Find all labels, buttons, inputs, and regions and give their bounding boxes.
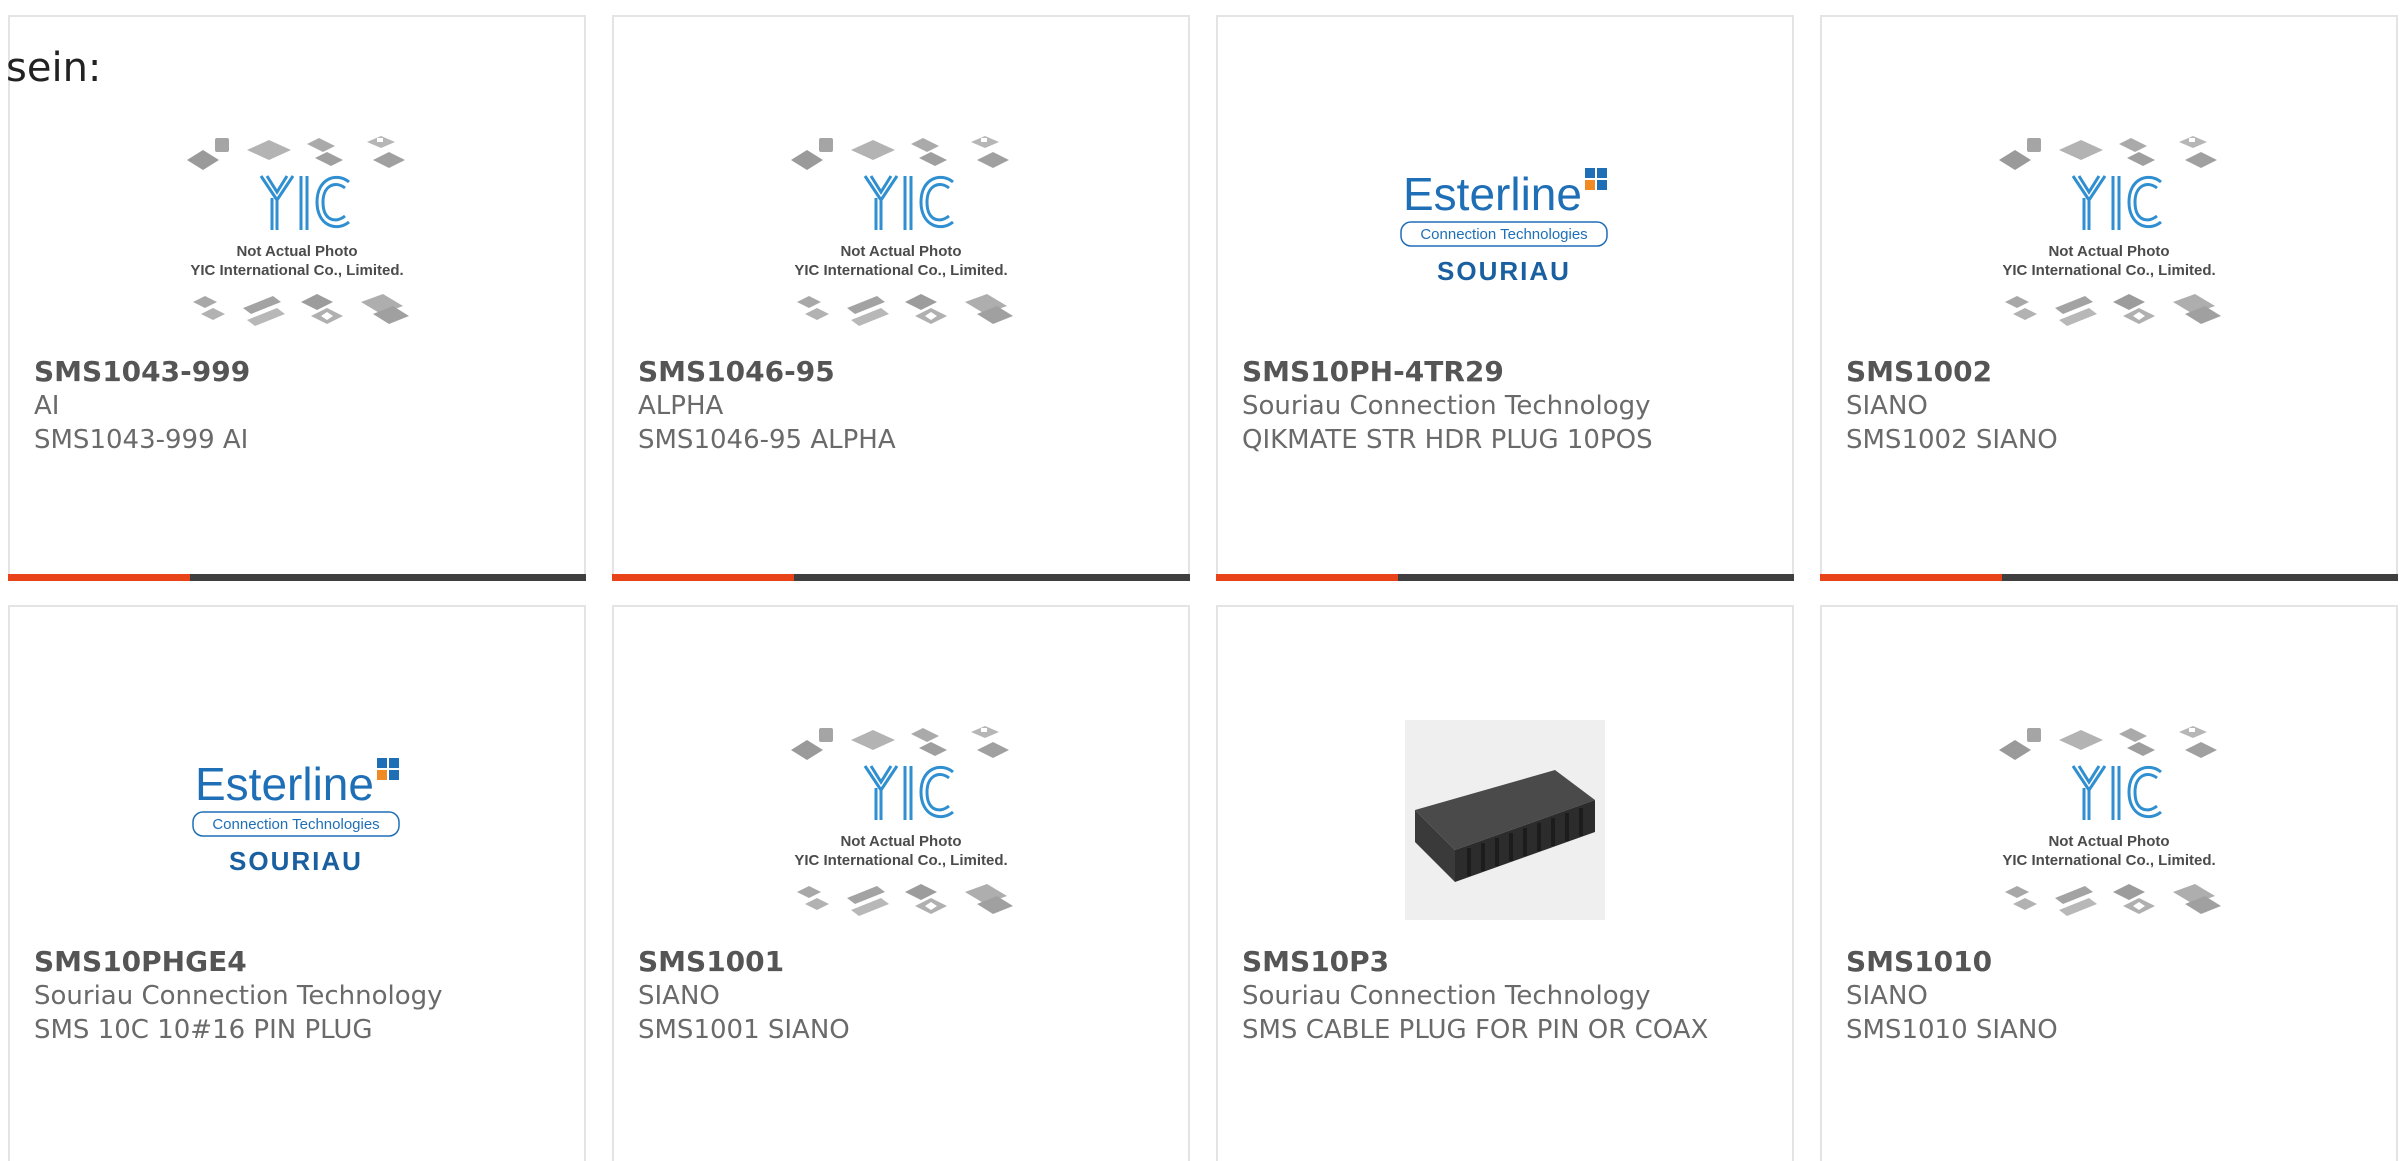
part-number[interactable]: SMS1002 xyxy=(1846,355,2372,389)
part-number[interactable]: SMS10P3 xyxy=(1242,945,1768,979)
product-card[interactable]: Esterline Connection Technologies SOURIA… xyxy=(1216,15,1794,581)
description: QIKMATE STR HDR PLUG 10POS xyxy=(1242,425,1653,455)
manufacturer: Souriau Connection Technology xyxy=(1242,981,1651,1011)
description: SMS1043-999 AI xyxy=(34,425,249,455)
product-image-connector[interactable] xyxy=(1370,695,1640,945)
product-results-page: sein: SMS1043-999 AI SMS1043-999 AI SMS1… xyxy=(0,0,2400,1161)
yic-not-actual-photo-image xyxy=(789,724,1015,918)
connector-photo xyxy=(1405,720,1605,920)
product-card[interactable]: SMS1002 SIANO SMS1002 SIANO xyxy=(1820,15,2398,581)
svg-text:Esterline: Esterline xyxy=(195,758,374,810)
part-number[interactable]: SMS1043-999 xyxy=(34,355,560,389)
svg-text:Connection Technologies: Connection Technologies xyxy=(1420,226,1587,243)
manufacturer: SIANO xyxy=(638,981,720,1011)
product-info: SMS1002 SIANO SMS1002 SIANO xyxy=(1846,355,2372,457)
product-image-placeholder[interactable] xyxy=(766,105,1036,355)
product-info: SMS1010 SIANO SMS1010 SIANO xyxy=(1846,945,2372,1047)
product-info: SMS10P3 Souriau Connection Technology SM… xyxy=(1242,945,1768,1047)
card-bottom-bar xyxy=(1820,574,2398,581)
part-number[interactable]: SMS10PHGE4 xyxy=(34,945,560,979)
product-card[interactable]: SMS1046-95 ALPHA SMS1046-95 ALPHA xyxy=(612,15,1190,581)
product-info: SMS1001 SIANO SMS1001 SIANO xyxy=(638,945,1164,1047)
svg-text:SOURIAU: SOURIAU xyxy=(229,846,363,876)
product-image-esterline[interactable]: Esterline Connection Technologies SOURIA… xyxy=(1370,105,1640,355)
product-card[interactable]: SMS1043-999 AI SMS1043-999 AI xyxy=(8,15,586,581)
card-accent-bar xyxy=(1820,574,2002,581)
card-bottom-bar xyxy=(612,574,1190,581)
svg-text:SOURIAU: SOURIAU xyxy=(1437,256,1571,286)
product-card[interactable]: SMS10P3 Souriau Connection Technology SM… xyxy=(1216,605,1794,1161)
description: SMS1002 SIANO xyxy=(1846,425,2058,455)
manufacturer: SIANO xyxy=(1846,981,1928,1011)
product-image-placeholder[interactable] xyxy=(162,105,432,355)
card-bottom-bar xyxy=(8,574,586,581)
product-info: SMS10PH-4TR29 Souriau Connection Technol… xyxy=(1242,355,1768,457)
product-image-placeholder[interactable] xyxy=(766,695,1036,945)
product-card[interactable]: SMS1010 SIANO SMS1010 SIANO xyxy=(1820,605,2398,1161)
product-image-placeholder[interactable] xyxy=(1974,105,2244,355)
description: SMS CABLE PLUG FOR PIN OR COAX xyxy=(1242,1015,1709,1045)
manufacturer: Souriau Connection Technology xyxy=(1242,391,1651,421)
manufacturer: SIANO xyxy=(1846,391,1928,421)
product-info: SMS1043-999 AI SMS1043-999 AI xyxy=(34,355,560,457)
yic-not-actual-photo-image xyxy=(185,134,411,328)
product-info: SMS1046-95 ALPHA SMS1046-95 ALPHA xyxy=(638,355,1164,457)
description: SMS1010 SIANO xyxy=(1846,1015,2058,1045)
svg-text:Esterline: Esterline xyxy=(1403,168,1582,220)
yic-not-actual-photo-image xyxy=(789,134,1015,328)
product-image-placeholder[interactable] xyxy=(1974,695,2244,945)
manufacturer: Souriau Connection Technology xyxy=(34,981,443,1011)
manufacturer: AI xyxy=(34,391,60,421)
part-number[interactable]: SMS1046-95 xyxy=(638,355,1164,389)
product-image-esterline[interactable]: Esterline Connection Technologies SOURIA… xyxy=(162,695,432,945)
part-number[interactable]: SMS1001 xyxy=(638,945,1164,979)
product-info: SMS10PHGE4 Souriau Connection Technology… xyxy=(34,945,560,1047)
svg-text:Connection Technologies: Connection Technologies xyxy=(212,816,379,833)
product-grid: SMS1043-999 AI SMS1043-999 AI SMS1046-95… xyxy=(8,15,2400,1161)
description: SMS 10C 10#16 PIN PLUG xyxy=(34,1015,373,1045)
esterline-souriau-logo: Esterline Connection Technologies SOURIA… xyxy=(1400,168,1608,286)
product-card[interactable]: SMS1001 SIANO SMS1001 SIANO xyxy=(612,605,1190,1161)
yic-not-actual-photo-image xyxy=(1997,134,2223,328)
card-bottom-bar xyxy=(1216,574,1794,581)
manufacturer: ALPHA xyxy=(638,391,724,421)
part-number[interactable]: SMS10PH-4TR29 xyxy=(1242,355,1768,389)
card-accent-bar xyxy=(1216,574,1398,581)
esterline-souriau-logo: Esterline Connection Technologies SOURIA… xyxy=(192,758,400,876)
product-card[interactable]: Esterline Connection Technologies SOURIA… xyxy=(8,605,586,1161)
intro-text: sein: xyxy=(6,45,102,91)
card-accent-bar xyxy=(612,574,794,581)
card-accent-bar xyxy=(8,574,190,581)
yic-not-actual-photo-image xyxy=(1997,724,2223,918)
description: SMS1001 SIANO xyxy=(638,1015,850,1045)
part-number[interactable]: SMS1010 xyxy=(1846,945,2372,979)
description: SMS1046-95 ALPHA xyxy=(638,425,896,455)
